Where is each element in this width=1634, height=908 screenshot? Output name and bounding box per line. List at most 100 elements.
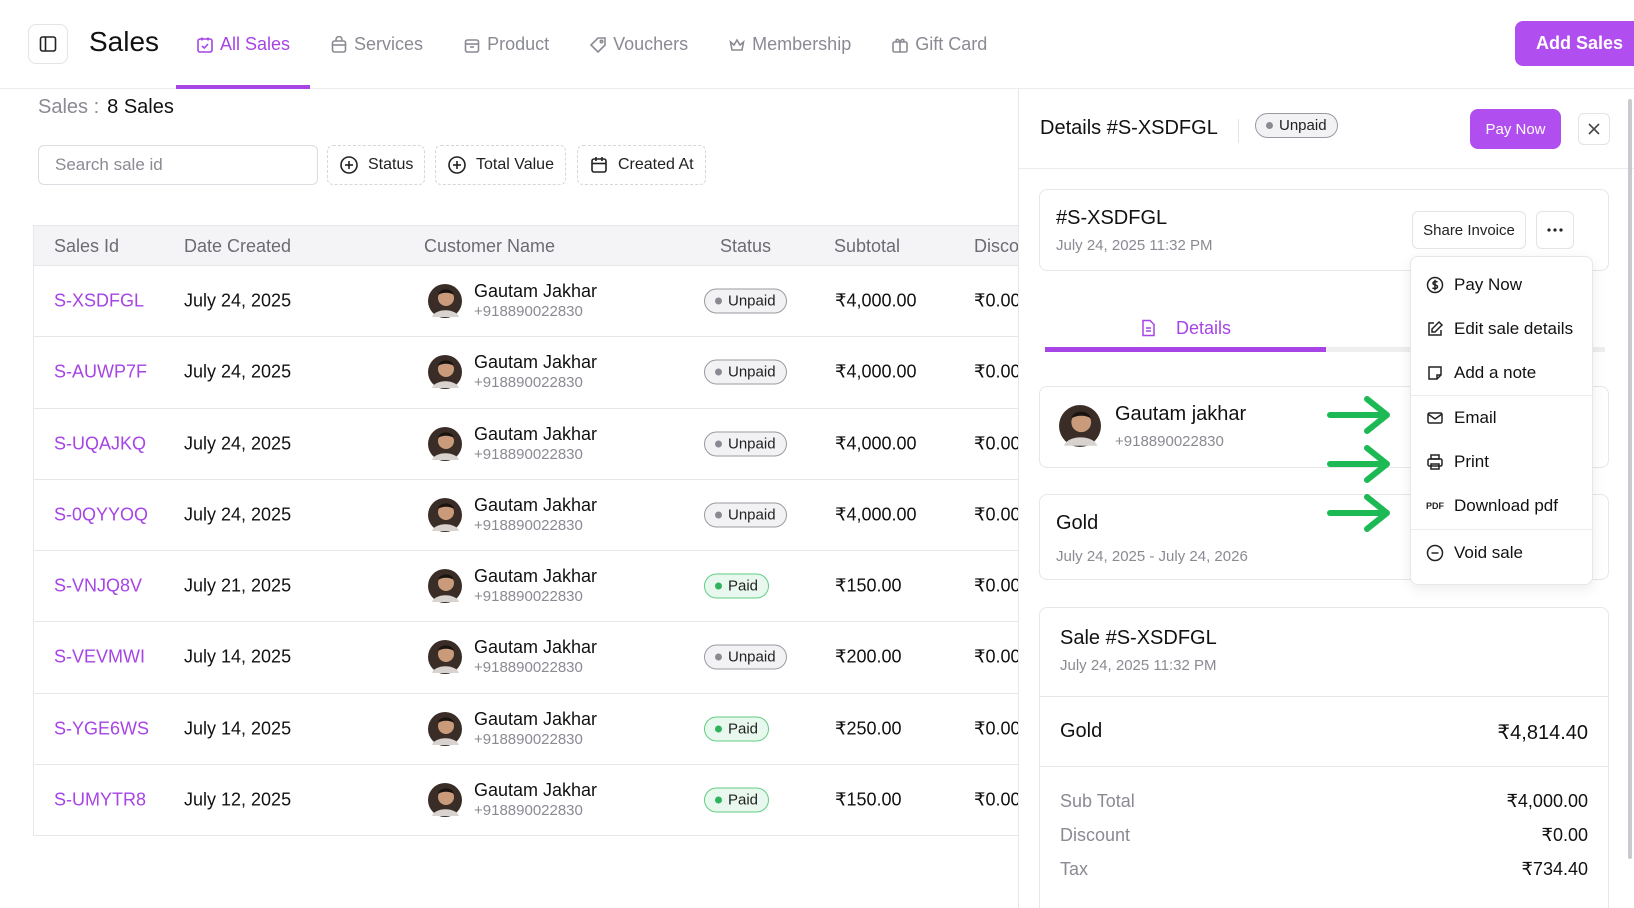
more-options-button[interactable] (1536, 211, 1574, 249)
menu-item-download-pdf[interactable]: PDF Download pdf (1411, 484, 1594, 528)
share-invoice-button[interactable]: Share Invoice (1412, 211, 1526, 249)
sidebar-toggle-button[interactable] (28, 24, 68, 64)
table-row[interactable]: S-YGE6WS July 14, 2025 Gautam Jakhar +91… (34, 694, 1019, 765)
subtotal: ₹250.00 (835, 718, 902, 739)
discount: ₹0.00 (974, 575, 1020, 596)
arrow-right-icon (1327, 396, 1390, 434)
date-created: July 24, 2025 (184, 290, 292, 311)
total-value-filter-button[interactable]: Total Value (435, 145, 566, 185)
tab-bar: All Sales Services Product Vouchers Memb… (176, 0, 1007, 89)
tab-vouchers[interactable]: Vouchers (569, 0, 708, 89)
status-dot (715, 653, 722, 661)
tab-product[interactable]: Product (443, 0, 569, 89)
customer-name: Gautam Jakhar (474, 281, 598, 302)
customer-name: Gautam Jakhar (474, 637, 598, 658)
subtotal: ₹150.00 (835, 575, 902, 596)
void-icon (1426, 544, 1444, 562)
sale-id-link[interactable]: S-UMYTR8 (54, 790, 146, 811)
table-row[interactable]: S-VEVMWI July 14, 2025 Gautam Jakhar +91… (34, 622, 1019, 694)
invoice-id: #S-XSDFGL (1056, 207, 1168, 229)
search-input[interactable] (38, 145, 318, 185)
column-header-status[interactable]: Status (720, 236, 771, 257)
printer-icon (1427, 454, 1443, 470)
customer-info: Gautam Jakhar +918890022830 (474, 280, 597, 322)
subtotal: ₹200.00 (835, 646, 902, 667)
sales-table: Sales Id Date Created Customer Name Stat… (33, 225, 1020, 836)
status-dot (715, 511, 722, 519)
tab-all-sales[interactable]: All Sales (176, 0, 311, 89)
close-button[interactable] (1578, 113, 1610, 145)
pay-now-button[interactable]: Pay Now (1470, 109, 1561, 149)
status-badge: Unpaid (704, 644, 787, 670)
sale-datetime: July 24, 2025 11:32 PM (1060, 657, 1217, 674)
avatar (428, 284, 462, 319)
sale-id-link[interactable]: S-XSDFGL (54, 291, 144, 312)
status-dot (715, 582, 722, 590)
subtotal: ₹150.00 (835, 789, 902, 810)
actions-menu: Pay Now Edit sale details Add a note Ema… (1410, 256, 1594, 585)
tab-label: All Sales (220, 34, 291, 54)
document-icon (1142, 319, 1155, 337)
table-row[interactable]: S-AUWP7F July 24, 2025 Gautam Jakhar +91… (34, 337, 1019, 409)
status-badge: Unpaid (704, 431, 787, 457)
status-text: Unpaid (728, 363, 776, 381)
status-badge: Unpaid (1255, 113, 1338, 138)
menu-item-add-a-note[interactable]: Add a note (1411, 351, 1594, 395)
tab-label: Gift Card (915, 34, 988, 54)
sale-id-link[interactable]: S-0QYYOQ (54, 504, 148, 525)
tab-gift-card[interactable]: Gift Card (871, 0, 1007, 89)
sale-id-link[interactable]: S-VEVMWI (54, 647, 145, 668)
status-dot (715, 440, 722, 448)
column-header-discount[interactable]: Disco (974, 236, 1019, 257)
mail-icon (1427, 412, 1443, 424)
filter-label: Status (368, 156, 414, 173)
avatar (428, 426, 462, 461)
add-sales-button[interactable]: Add Sales (1515, 21, 1634, 66)
status-dot (715, 796, 722, 804)
menu-item-void-sale[interactable]: Void sale (1411, 531, 1594, 575)
menu-item-email[interactable]: Email (1411, 396, 1594, 440)
table-row[interactable]: S-UQAJKQ July 24, 2025 Gautam Jakhar +91… (34, 409, 1019, 480)
box-icon (464, 38, 480, 53)
more-horizontal-icon (1547, 228, 1563, 232)
menu-item-label: Edit sale details (1454, 319, 1574, 338)
sale-id-link[interactable]: S-VNJQ8V (54, 576, 142, 597)
column-header-sales-id[interactable]: Sales Id (54, 236, 119, 257)
customer-cell: Gautam Jakhar +918890022830 (428, 708, 597, 750)
column-header-customer-name[interactable]: Customer Name (424, 236, 555, 257)
status-badge: Paid (704, 573, 770, 599)
menu-item-print[interactable]: Print (1411, 440, 1594, 484)
menu-item-edit-sale-details[interactable]: Edit sale details (1411, 307, 1594, 351)
table-row[interactable]: S-0QYYOQ July 24, 2025 Gautam Jakhar +91… (34, 480, 1019, 551)
table-row[interactable]: S-UMYTR8 July 12, 2025 Gautam Jakhar +91… (34, 765, 1019, 835)
date-created: July 14, 2025 (184, 718, 292, 739)
status-filter-button[interactable]: Status (327, 145, 426, 185)
membership-name: Gold (1056, 512, 1099, 534)
tab-membership[interactable]: Membership (708, 0, 871, 89)
column-header-date-created[interactable]: Date Created (184, 236, 291, 257)
status-dot (715, 725, 722, 733)
customer-cell: Gautam Jakhar +918890022830 (428, 494, 597, 536)
status-badge: Unpaid (704, 288, 787, 314)
created-at-filter-button[interactable]: Created At (577, 145, 706, 185)
tab-services[interactable]: Services (310, 0, 443, 89)
sales-count-label: Sales : (38, 96, 100, 118)
sale-id-link[interactable]: S-YGE6WS (54, 718, 149, 739)
status-text: Unpaid (728, 506, 776, 524)
table-row[interactable]: S-VNJQ8V July 21, 2025 Gautam Jakhar +91… (34, 551, 1020, 623)
column-header-subtotal[interactable]: Subtotal (834, 236, 900, 257)
menu-item-pay-now[interactable]: Pay Now (1411, 263, 1594, 307)
plus-circle-icon (340, 156, 358, 174)
sale-id-link[interactable]: S-AUWP7F (54, 362, 147, 383)
menu-item-label: Add a note (1454, 363, 1537, 382)
page-title: Sales (89, 26, 160, 57)
tab-details[interactable]: Details (1045, 309, 1326, 352)
tax-value: ₹734.40 (1521, 859, 1588, 879)
avatar (428, 497, 462, 532)
divider (1040, 696, 1608, 697)
customer-name: Gautam Jakhar (474, 494, 598, 515)
table-row[interactable]: S-XSDFGL July 24, 2025 Gautam Jakhar +91… (34, 266, 1019, 338)
date-created: July 21, 2025 (184, 575, 292, 596)
scrollbar[interactable] (1628, 99, 1632, 859)
sale-id-link[interactable]: S-UQAJKQ (54, 433, 146, 454)
